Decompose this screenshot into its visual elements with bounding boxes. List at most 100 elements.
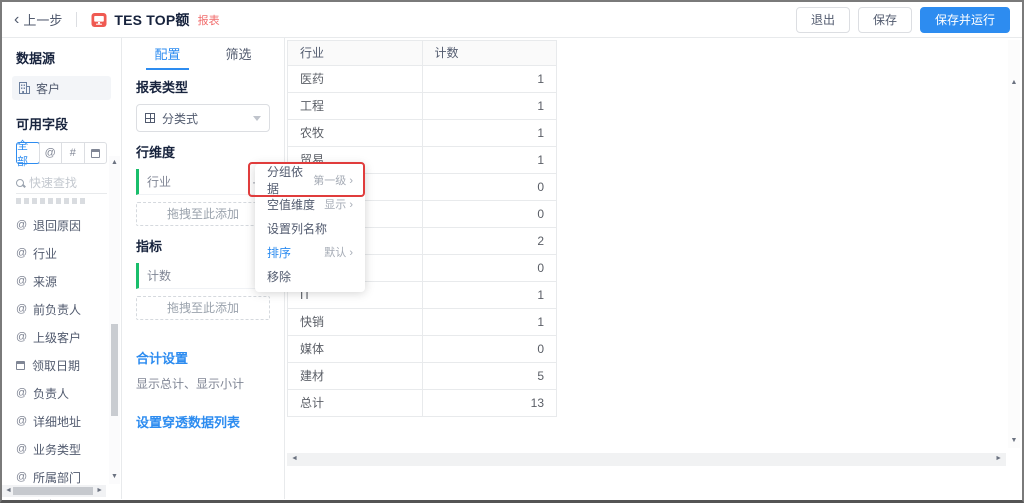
back-label: 上一步 (23, 13, 63, 28)
field-label: 业务类型 (33, 442, 82, 457)
table-header-row: 行业 计数 (288, 41, 557, 66)
grid-icon (145, 113, 155, 123)
menu-item-label: 移除 (267, 269, 292, 284)
table-row: 快销 1 (288, 309, 557, 336)
search-icon (16, 178, 24, 187)
table-row: 建材 5 (288, 363, 557, 390)
menu-item-value: 默认 › (324, 247, 353, 259)
divider (76, 12, 78, 27)
back-button[interactable]: ‹ 上一步 (14, 10, 62, 29)
column-header-count: 计数 (422, 41, 557, 66)
at-icon: @ (16, 219, 28, 231)
scrollbar-thumb[interactable] (111, 324, 118, 416)
cell-industry: 建材 (288, 363, 423, 390)
clipped-field-item[interactable] (16, 198, 88, 204)
field-item[interactable]: 领取日期 (2, 351, 121, 379)
save-and-run-button[interactable]: 保存并运行 (919, 6, 1010, 33)
cell-count: 1 (422, 147, 557, 174)
report-type-value: 分类式 (162, 111, 199, 126)
dimension-item-industry[interactable]: 行业 ··· (136, 169, 270, 195)
at-icon: @ (16, 443, 28, 455)
at-icon: @ (16, 331, 28, 343)
cell-count: 0 (422, 174, 557, 201)
metric-drop-zone[interactable]: 拖拽至此添加 (136, 296, 270, 320)
fields-title: 可用字段 (16, 117, 69, 132)
total-settings-link[interactable]: 合计设置 (136, 348, 270, 367)
scroll-down-icon[interactable]: ▼ (109, 472, 120, 482)
sidebar-horizontal-scrollbar[interactable]: ◄ ► (2, 485, 106, 497)
tab-filter[interactable]: 筛选 (223, 40, 253, 67)
save-button[interactable]: 保存 (857, 6, 912, 33)
context-menu-item[interactable]: 排序 默认 › (255, 240, 365, 264)
field-item[interactable]: @ 行业 (2, 239, 121, 267)
building-icon (19, 82, 30, 94)
report-type-select[interactable]: 分类式 (136, 104, 270, 132)
chevron-down-icon (253, 115, 261, 121)
sidebar: 数据源 客户 可用字段 全部 @ # 快速查找 @ 退回原因 @ 行业 @ 来源… (2, 38, 122, 500)
metric-item-count[interactable]: 计数 (136, 263, 270, 289)
field-item[interactable]: @ 来源 (2, 267, 121, 295)
cell-count: 1 (422, 120, 557, 147)
table-vertical-scrollbar[interactable]: ▲ ▼ (1008, 40, 1020, 448)
report-type-title: 报表类型 (136, 80, 189, 95)
scrollbar-thumb[interactable] (13, 487, 93, 495)
field-item[interactable]: @ 负责人 (2, 379, 121, 407)
field-label: 领取日期 (32, 358, 81, 373)
context-menu-item[interactable]: 分组依据 第一级 › (255, 165, 365, 196)
field-filter-tab[interactable] (83, 143, 107, 163)
metrics-title: 指标 (136, 239, 163, 254)
field-item[interactable]: @ 上级客户 (2, 323, 121, 351)
drill-data-link[interactable]: 设置穿透数据列表 (136, 412, 270, 431)
field-item[interactable]: @ 详细地址 (2, 407, 121, 435)
context-menu-item[interactable]: 设置列名称 (255, 216, 365, 240)
config-tabs: 配置 筛选 (132, 40, 274, 70)
datasource-item-customer[interactable]: 客户 (12, 76, 111, 100)
field-filter-tab[interactable]: # (61, 143, 84, 163)
at-icon: @ (16, 303, 28, 315)
at-icon: @ (16, 387, 28, 399)
dimension-drop-zone[interactable]: 拖拽至此添加 (136, 202, 270, 226)
table-row: 工程 1 (288, 93, 557, 120)
menu-item-value: 第一级 › (313, 175, 353, 187)
search-input[interactable] (29, 175, 93, 190)
context-menu-item[interactable]: 移除 (255, 264, 365, 288)
context-menu: 分组依据 第一级 › 空值维度 显示 › 设置列名称排序 默认 › 移除 (255, 164, 365, 292)
field-search (16, 172, 107, 194)
scroll-right-icon[interactable]: ► (995, 453, 1002, 465)
scroll-right-icon[interactable]: ► (96, 485, 103, 497)
cell-count: 1 (422, 66, 557, 93)
field-item[interactable]: @ 前负责人 (2, 295, 121, 323)
field-item[interactable]: @ 退回原因 (2, 211, 121, 239)
field-filter-tab[interactable]: @ (38, 143, 62, 163)
cell-count: 2 (422, 228, 557, 255)
field-filter-tabs: 全部 @ # (16, 140, 107, 168)
scroll-left-icon[interactable]: ◄ (291, 453, 298, 465)
calendar-icon (90, 148, 100, 158)
scroll-left-icon[interactable]: ◄ (5, 485, 12, 497)
sidebar-vertical-scrollbar[interactable]: ▲ ▼ (109, 156, 120, 484)
at-icon: @ (16, 471, 28, 483)
cell-count: 5 (422, 363, 557, 390)
field-item[interactable]: @ 业务类型 (2, 435, 121, 463)
page-title: TES TOP额 (114, 11, 190, 28)
field-filter-tab[interactable]: 全部 (16, 140, 40, 168)
scroll-up-icon[interactable]: ▲ (109, 158, 120, 168)
scroll-up-icon[interactable]: ▲ (1008, 78, 1020, 88)
field-label: 行业 (33, 246, 58, 261)
column-header-industry: 行业 (288, 41, 423, 66)
at-icon: @ (16, 275, 28, 287)
menu-item-label: 设置列名称 (267, 221, 328, 236)
cell-count: 0 (422, 255, 557, 282)
exit-button[interactable]: 退出 (795, 6, 850, 33)
datasource-item-label: 客户 (36, 81, 61, 96)
tab-config[interactable]: 配置 (146, 40, 189, 70)
table-row: 媒体 0 (288, 336, 557, 363)
cell-count: 13 (422, 390, 557, 417)
scroll-down-icon[interactable]: ▼ (1008, 436, 1020, 446)
context-menu-item[interactable]: 空值维度 显示 › (255, 192, 365, 216)
table-horizontal-scrollbar[interactable]: ◄ ► (287, 453, 1006, 466)
top-bar: ‹ 上一步 TES TOP额 报表 退出 保存 保存并运行 (2, 2, 1022, 38)
cell-count: 0 (422, 201, 557, 228)
cell-industry: 农牧 (288, 120, 423, 147)
cell-industry: 医药 (288, 66, 423, 93)
